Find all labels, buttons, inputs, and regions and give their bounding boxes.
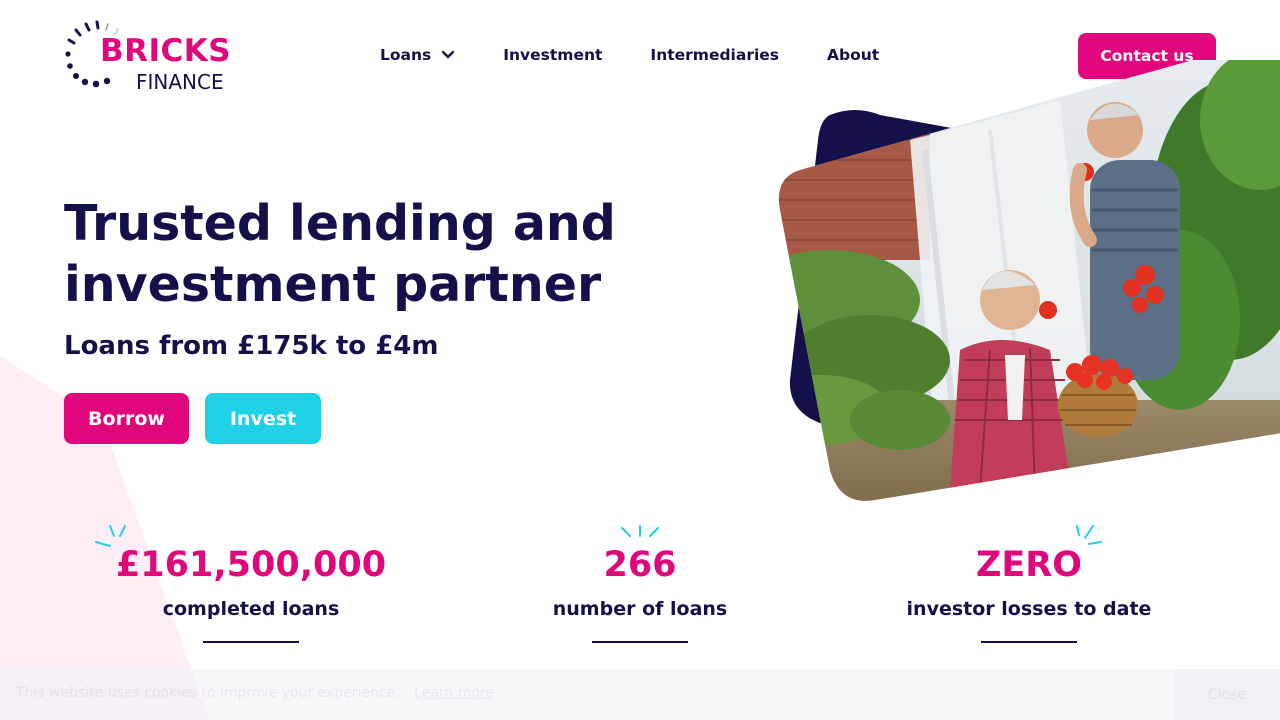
page: BRICKS FINANCE Loans Investment Intermed… xyxy=(0,0,1280,720)
stat-completed-loans-label: completed loans xyxy=(162,598,340,620)
hero-title: Trusted lending and investment partner xyxy=(64,193,684,315)
nav-investment[interactable]: Investment xyxy=(503,46,602,64)
invest-button[interactable]: Invest xyxy=(205,393,321,444)
hero-title-line-1: Trusted lending and xyxy=(64,195,616,252)
logo-finance-text: FINANCE xyxy=(136,70,224,94)
hero-title-line-2: investment partner xyxy=(64,256,602,313)
cookie-close-button[interactable]: Close xyxy=(1174,669,1280,720)
site-logo[interactable]: BRICKS FINANCE xyxy=(64,20,239,94)
hero-image xyxy=(778,60,1280,501)
stat-number-of-loans: 266 number of loans xyxy=(490,520,790,643)
chevron-down-icon[interactable] xyxy=(441,46,455,64)
stat-completed-loans: £161,500,000 completed loans xyxy=(95,520,401,643)
borrow-button[interactable]: Borrow xyxy=(64,393,189,444)
stat-investor-losses-value: ZERO xyxy=(976,545,1082,585)
sparkle-icon xyxy=(95,525,126,547)
cookie-learn-more-link[interactable]: Learn more xyxy=(414,685,494,701)
stat-completed-loans-value: £161,500,000 xyxy=(115,545,387,585)
stat-number-of-loans-label: number of loans xyxy=(552,598,728,620)
cookie-bar: This website uses cookies to improve you… xyxy=(0,669,1280,720)
cookie-message: This website uses cookies to improve you… xyxy=(16,685,400,701)
hero-subtitle: Loans from £175k to £4m xyxy=(64,331,439,361)
nav-loans-label: Loans xyxy=(380,46,432,64)
sparkle-icon xyxy=(621,525,659,537)
stat-investor-losses-label: investor losses to date xyxy=(906,598,1152,620)
cookie-text: This website uses cookies to improve you… xyxy=(16,685,494,701)
logo-bricks-text: BRICKS xyxy=(100,33,232,69)
sparkle-icon xyxy=(1076,525,1102,545)
stat-number-of-loans-value: 266 xyxy=(603,545,677,585)
stat-investor-losses: ZERO investor losses to date xyxy=(879,520,1179,643)
nav-investment-label: Investment xyxy=(503,46,603,64)
stat-divider xyxy=(981,641,1077,643)
stat-divider xyxy=(592,641,688,643)
stat-divider xyxy=(203,641,299,643)
nav-loans[interactable]: Loans xyxy=(380,46,455,64)
